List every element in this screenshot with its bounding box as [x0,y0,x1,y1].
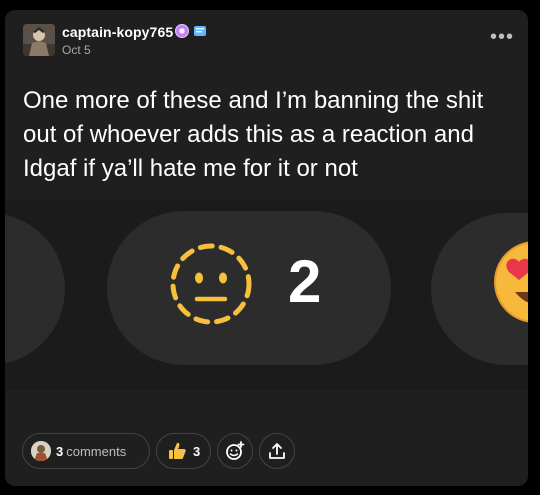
comments-label: comments [66,443,127,459]
commenter-avatar [31,441,51,461]
add-reaction-button[interactable] [217,433,253,469]
comments-count: 3 [56,443,64,459]
reaction-pill-left [5,213,65,365]
username[interactable]: captain-kopy765 [62,24,173,40]
more-options-icon[interactable]: ••• [490,27,514,47]
verified-badge-icon [175,24,189,38]
share-button[interactable] [259,433,295,469]
post-text: One more of these and I’m banning the sh… [23,87,484,182]
likes-button[interactable]: 3 [156,433,211,469]
dotted-line-face-icon [170,243,252,325]
reaction-count: 2 [288,248,322,315]
post-footer: 3 comments 3 [22,433,295,469]
likes-count: 3 [193,443,201,459]
post-card: captain-kopy765 Oct 5 ••• One more of th… [5,10,528,486]
post-image: 2 [5,200,528,390]
heart-eyes-icon [494,241,528,323]
user-badges [175,24,208,38]
post-date: Oct 5 [62,43,91,57]
avatar[interactable] [23,24,55,56]
comments-button[interactable]: 3 comments [22,433,150,469]
share-icon [269,443,285,459]
thumbs-up-icon [169,442,186,459]
scroll-badge-icon [194,26,206,36]
add-reaction-icon [226,441,245,460]
